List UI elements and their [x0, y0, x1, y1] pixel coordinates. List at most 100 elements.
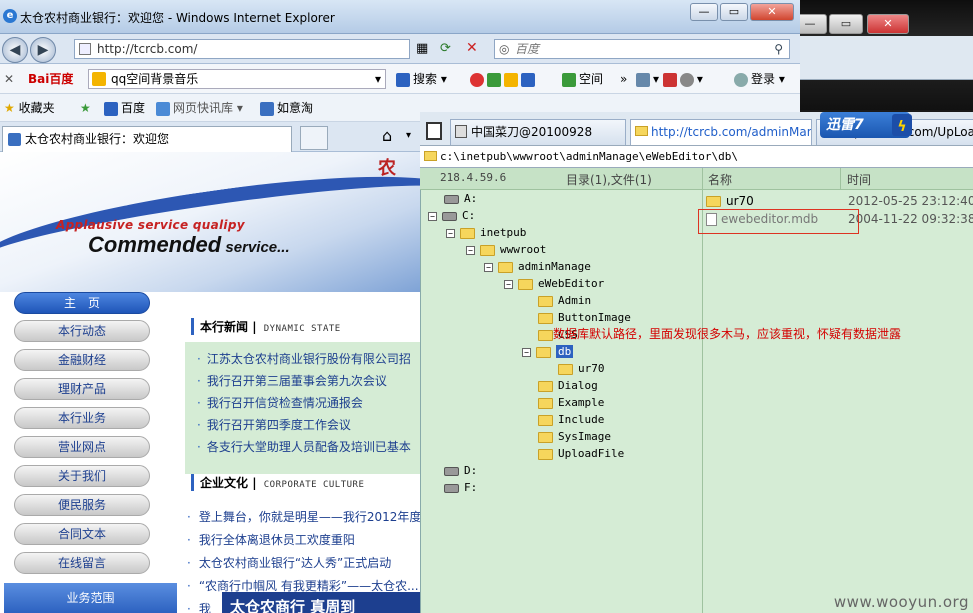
- news-item[interactable]: 我行召开第四季度工作会议: [197, 416, 351, 433]
- minimize-button[interactable]: —: [690, 3, 718, 21]
- tree-admin[interactable]: Admin: [538, 294, 591, 308]
- space-button[interactable]: 空间: [562, 64, 603, 94]
- path-bar[interactable]: c:\inetpub\wwwroot\adminManage\eWebEdito…: [420, 146, 973, 168]
- tree-drive-d[interactable]: D:: [444, 464, 477, 478]
- nav-finance[interactable]: 金融财经: [14, 349, 150, 371]
- tree-include[interactable]: Include: [538, 413, 604, 427]
- col-name[interactable]: 名称: [708, 171, 732, 188]
- maximize-button[interactable]: ▭: [720, 3, 748, 21]
- col-time[interactable]: 时间: [840, 168, 871, 190]
- baidu-search-label: 搜索: [413, 72, 438, 86]
- fav-ruyitao[interactable]: 如意淘: [260, 94, 313, 124]
- favorites-button[interactable]: ★ 收藏夹: [4, 94, 55, 124]
- tree-drive-a[interactable]: A:: [444, 192, 477, 206]
- tree-ewebeditor[interactable]: − eWebEditor: [504, 277, 604, 291]
- baidu-toolbar: ✕ Bai百度 qq空间背景音乐 ▾ 搜索 ▾ 空间 » ▾ ▾ 登录 ▾: [0, 64, 800, 94]
- background-window-toolbar: [795, 36, 973, 80]
- new-tab-button[interactable]: [300, 126, 328, 150]
- culture-item[interactable]: 我: [187, 600, 211, 613]
- tree-drive-f[interactable]: F:: [444, 481, 477, 495]
- collapse-icon[interactable]: −: [522, 347, 531, 357]
- file-row[interactable]: ur70 2012-05-25 23:12:40: [706, 192, 973, 210]
- tab-admin-manage[interactable]: http://tcrcb.com/adminMana...: [630, 119, 812, 145]
- gear-icon: [679, 72, 694, 87]
- tree-dialog[interactable]: Dialog: [538, 379, 598, 393]
- add-favorite-icon[interactable]: ★: [80, 94, 91, 124]
- folder-icon: [538, 431, 553, 443]
- tree-buttonimage[interactable]: ButtonImage: [538, 311, 631, 325]
- culture-item[interactable]: 太仓农村商业银行“达人秀”正式启动: [187, 554, 391, 571]
- compat-view-icon[interactable]: ▦: [416, 41, 428, 56]
- tree-uploadfile[interactable]: UploadFile: [538, 447, 624, 461]
- ie-titlebar: e 太仓农村商业银行：欢迎您 - Windows Internet Explor…: [0, 0, 800, 34]
- extra-tools[interactable]: ▾ ▾: [636, 64, 703, 94]
- folder-icon: [538, 448, 553, 460]
- nav-about[interactable]: 关于我们: [14, 465, 150, 487]
- collapse-icon[interactable]: −: [504, 279, 513, 289]
- dropdown-icon[interactable]: ▾: [375, 70, 381, 88]
- tree-label: Example: [558, 396, 605, 409]
- search-input[interactable]: ◎ 百度 ⚲: [494, 39, 790, 59]
- forward-icon[interactable]: ▶: [30, 37, 56, 63]
- pane-divider[interactable]: [702, 168, 703, 613]
- home-dropdown-icon[interactable]: ▾: [406, 130, 411, 141]
- nav-services[interactable]: 便民服务: [14, 494, 150, 516]
- home-icon[interactable]: ⌂: [382, 126, 392, 145]
- folder-icon: [480, 244, 495, 256]
- culture-item[interactable]: 我行全体离退休员工欢度重阳: [187, 531, 355, 548]
- tree-label-selected: db: [556, 345, 574, 358]
- folder-icon: [538, 397, 553, 409]
- tree-label: C:: [462, 209, 476, 222]
- tree-example[interactable]: Example: [538, 396, 604, 410]
- nav-message[interactable]: 在线留言: [14, 552, 150, 574]
- culture-heading: 企业文化 | CORPORATE CULTURE: [191, 474, 364, 491]
- nav-news[interactable]: 本行动态: [14, 320, 150, 342]
- tree-sysimage[interactable]: SysImage: [538, 430, 611, 444]
- nav-business[interactable]: 本行业务: [14, 407, 150, 429]
- tree-adminmanage[interactable]: − adminManage: [484, 260, 591, 274]
- collapse-icon[interactable]: −: [428, 211, 437, 221]
- promo-banner[interactable]: 太仓农商行 真周到: [222, 592, 420, 613]
- baidu-query-input[interactable]: qq空间背景音乐 ▾: [88, 69, 386, 89]
- tree-drive-c[interactable]: − C:: [428, 209, 475, 223]
- nav-products[interactable]: 理财产品: [14, 378, 150, 400]
- tree-wwwroot[interactable]: − wwwroot: [466, 243, 546, 257]
- toolbar-icons-group[interactable]: [470, 64, 538, 94]
- business-scope-header[interactable]: 业务范围: [4, 583, 177, 613]
- magnifier-icon: [396, 72, 410, 87]
- tab-current[interactable]: 太仓农村商业银行：欢迎您: [2, 126, 292, 152]
- nav-branches[interactable]: 营业网点: [14, 436, 150, 458]
- collapse-icon[interactable]: −: [446, 228, 455, 238]
- nav-home[interactable]: 主 页: [14, 292, 150, 314]
- tab-chopper[interactable]: 中国菜刀@20100928: [450, 119, 626, 145]
- stop-icon[interactable]: ✕: [466, 40, 478, 56]
- tree-ur70[interactable]: ur70: [558, 362, 605, 376]
- news-item[interactable]: 江苏太仓农村商业银行股份有限公司招: [197, 350, 411, 367]
- close-toolbar-icon[interactable]: ✕: [4, 64, 14, 94]
- search-icon[interactable]: ⚲: [774, 40, 783, 58]
- news-item[interactable]: 我行召开第三届董事会第九次会议: [197, 372, 387, 389]
- maximize-button-bg[interactable]: ▭: [829, 14, 863, 34]
- refresh-icon[interactable]: ⟳: [440, 41, 451, 56]
- close-button[interactable]: ✕: [750, 3, 794, 21]
- collapse-icon[interactable]: −: [484, 262, 493, 272]
- tree-label: ButtonImage: [558, 311, 631, 324]
- fav-baidu[interactable]: 百度: [104, 94, 145, 124]
- collapse-icon[interactable]: −: [466, 245, 475, 255]
- url-input[interactable]: http://tcrcb.com/: [74, 39, 410, 59]
- tree-inetpub[interactable]: − inetpub: [446, 226, 526, 240]
- login-button[interactable]: 登录 ▾: [734, 64, 785, 94]
- baidu-search-button[interactable]: 搜索 ▾: [396, 64, 447, 94]
- close-button-bg[interactable]: ✕: [867, 14, 909, 34]
- back-icon[interactable]: ◀: [2, 37, 28, 63]
- nav-contracts[interactable]: 合同文本: [14, 523, 150, 545]
- tree-db[interactable]: − db: [522, 345, 574, 359]
- culture-item[interactable]: 登上舞台，你就是明星——我行2012年度: [187, 508, 422, 525]
- space-icon: [562, 72, 576, 87]
- more-icon[interactable]: »: [620, 64, 627, 94]
- banner: 农 Applausive service qualipy Commended s…: [0, 152, 463, 294]
- news-item[interactable]: 我行召开信贷检查情况通报会: [197, 394, 363, 411]
- xunlei-badge[interactable]: 迅雷7 ϟ: [820, 112, 912, 138]
- news-item[interactable]: 各支行大堂助理人员配备及培训已基本: [197, 438, 411, 455]
- fav-webslice[interactable]: 网页快讯库 ▾: [156, 94, 243, 124]
